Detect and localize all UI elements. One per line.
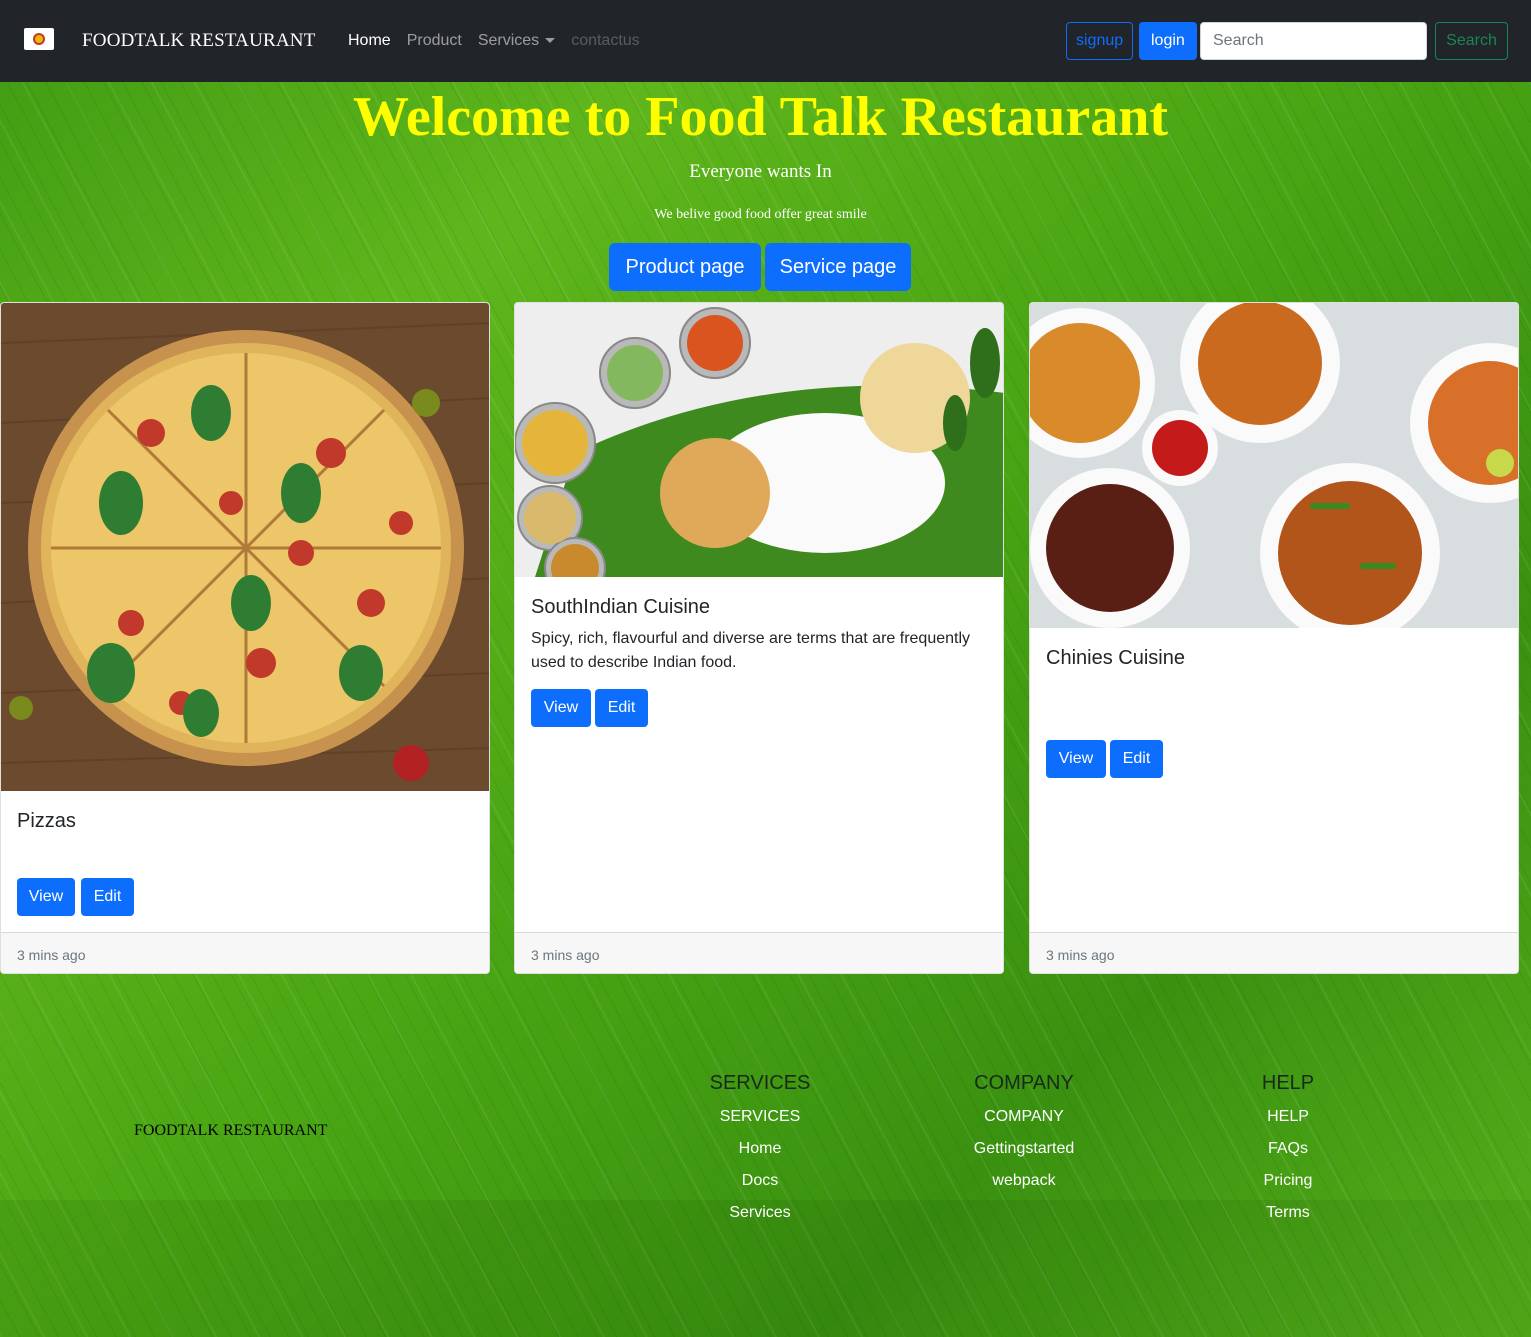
pizza-image (1, 303, 489, 791)
search-button[interactable]: Search (1435, 22, 1508, 60)
nav-home[interactable]: Home (348, 32, 391, 50)
chinies-image (1030, 303, 1518, 628)
service-page-button[interactable]: Service page (765, 243, 911, 291)
footer-column-company: COMPANY COMPANY Gettingstarted webpack (924, 1072, 1124, 1197)
footer-heading: COMPANY (974, 1072, 1074, 1094)
login-button[interactable]: login (1139, 22, 1197, 60)
nav-contactus: contactus (571, 32, 640, 49)
card-pizzas: Pizzas View Edit 3 mins ago (0, 302, 490, 974)
caret-down-icon (545, 38, 556, 44)
footer-link[interactable]: Gettingstarted (924, 1133, 1124, 1165)
search-input[interactable] (1200, 22, 1427, 60)
nav-services-label: Services (477, 32, 540, 49)
view-button[interactable]: View (531, 689, 591, 727)
nav-product[interactable]: Product (407, 32, 462, 50)
footer-link[interactable]: HELP (1188, 1101, 1388, 1133)
brand-logo[interactable] (24, 28, 54, 50)
footer-link[interactable]: Docs (660, 1165, 860, 1197)
edit-button[interactable]: Edit (595, 689, 648, 727)
card-title: Pizzas (17, 810, 76, 832)
card-title: SouthIndian Cuisine (531, 596, 711, 618)
logo-icon (33, 33, 45, 45)
footer-link[interactable]: Home (660, 1133, 860, 1165)
view-button[interactable]: View (17, 878, 75, 916)
card-southindian: SouthIndian Cuisine Spicy, rich, flavour… (514, 302, 1004, 974)
footer-link[interactable]: Pricing (1188, 1165, 1388, 1197)
footer-heading: SERVICES (709, 1072, 811, 1094)
card-footer: 3 mins ago (1, 932, 489, 973)
card-footer: 3 mins ago (515, 932, 1003, 973)
brand-name[interactable]: FOODTALK RESTAURANT (82, 30, 316, 52)
hero-tagline: We belive good food offer great smile (654, 207, 867, 222)
footer-column-help: HELP HELP FAQs Pricing Terms (1188, 1072, 1388, 1229)
card-title: Chinies Cuisine (1046, 647, 1185, 669)
card-text: Spicy, rich, flavourful and diverse are … (531, 630, 971, 671)
footer-link[interactable]: webpack (924, 1165, 1124, 1197)
southindian-image (515, 303, 1003, 577)
footer-link[interactable]: Terms (1188, 1197, 1388, 1229)
hero-title: Welcome to Food Talk Restaurant (352, 86, 1169, 148)
card-footer: 3 mins ago (1030, 932, 1518, 973)
nav-services-dropdown[interactable]: Services (477, 32, 556, 50)
nav-links: Home Product Services contactus (348, 32, 656, 50)
view-button[interactable]: View (1046, 740, 1106, 778)
footer-brand: FOODTALK RESTAURANT (134, 1122, 328, 1139)
edit-button[interactable]: Edit (1110, 740, 1163, 778)
footer-heading: HELP (1261, 1072, 1315, 1094)
hero-subtitle: Everyone wants In (689, 161, 832, 182)
top-navbar: FOODTALK RESTAURANT Home Product Service… (0, 0, 1531, 82)
footer-link[interactable]: FAQs (1188, 1133, 1388, 1165)
card-chinies: Chinies Cuisine View Edit 3 mins ago (1029, 302, 1519, 974)
footer-link[interactable]: Services (660, 1197, 860, 1229)
footer-link[interactable]: SERVICES (660, 1101, 860, 1133)
edit-button[interactable]: Edit (81, 878, 134, 916)
footer-column-services: SERVICES SERVICES Home Docs Services (660, 1072, 860, 1229)
signup-button[interactable]: signup (1066, 22, 1134, 60)
footer-link[interactable]: COMPANY (924, 1101, 1124, 1133)
product-page-button[interactable]: Product page (609, 243, 761, 291)
